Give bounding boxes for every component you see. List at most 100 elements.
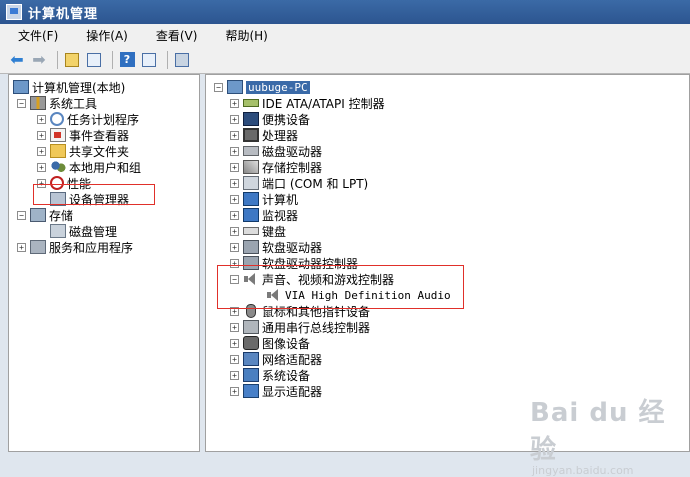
device-category-storage-controllers[interactable]: + 存储控制器 [230, 159, 322, 175]
help-button[interactable]: ? [118, 51, 136, 69]
tree-node-task-scheduler[interactable]: + 任务计划程序 [37, 111, 139, 127]
watermark-url: jingyan.baidu.com [532, 464, 634, 477]
baidu-watermark: Bai du 经验 jingyan.baidu.com [530, 392, 690, 477]
tree-node-storage[interactable]: − 存储 [17, 207, 73, 223]
toolbar: ⬅ ➡ ? [0, 46, 690, 74]
ide-controller-icon [243, 99, 259, 107]
device-category-disk-drives[interactable]: + 磁盘驱动器 [230, 143, 322, 159]
action-pane-icon [142, 52, 156, 67]
tree-node-services-applications[interactable]: + 服务和应用程序 [17, 239, 133, 255]
expand-toggle[interactable]: + [230, 98, 239, 108]
expand-toggle[interactable]: + [230, 210, 239, 220]
tree-node-disk-management[interactable]: 磁盘管理 [50, 223, 117, 239]
computer-management-icon [6, 4, 22, 20]
device-category-imaging[interactable]: + 图像设备 [230, 335, 310, 351]
back-button[interactable]: ⬅ [8, 50, 26, 69]
storage-controller-icon [243, 160, 259, 174]
expand-toggle[interactable]: + [230, 178, 239, 188]
expand-toggle[interactable]: + [230, 322, 239, 332]
scan-hardware-icon [175, 52, 189, 67]
device-category-ports[interactable]: + 端口 (COM 和 LPT) [230, 175, 368, 191]
expand-toggle[interactable]: + [230, 162, 239, 172]
show-tree-button[interactable] [85, 51, 103, 69]
help-icon: ? [119, 52, 135, 67]
keyboard-icon [243, 227, 259, 235]
menu-action[interactable]: 操作(A) [68, 27, 138, 44]
services-icon [30, 240, 46, 254]
camera-icon [243, 336, 259, 350]
menu-help[interactable]: 帮助(H) [207, 27, 277, 44]
storage-icon [30, 208, 46, 222]
tree-node-computer-management[interactable]: 计算机管理(本地) [13, 79, 125, 95]
tree-node-system-tools[interactable]: − 系统工具 [17, 95, 97, 111]
tree-node-shared-folders[interactable]: + 共享文件夹 [37, 143, 129, 159]
expand-toggle[interactable]: + [230, 338, 239, 348]
left-margin [0, 74, 8, 452]
device-category-network-adapters[interactable]: + 网络适配器 [230, 351, 322, 367]
folder-up-icon [65, 52, 79, 67]
tree-node-local-users[interactable]: + 本地用户和组 [37, 159, 141, 175]
computer-management-icon [13, 80, 29, 94]
forward-button[interactable]: ➡ [30, 50, 48, 69]
tree-node-computer-root[interactable]: − uubuge-PC [214, 79, 310, 95]
device-category-system-devices[interactable]: + 系统设备 [230, 367, 310, 383]
title-bar: 计算机管理 [0, 0, 690, 24]
device-category-monitors[interactable]: + 监视器 [230, 207, 298, 223]
floppy-drive-icon [243, 240, 259, 254]
expand-toggle[interactable]: + [230, 226, 239, 236]
menu-file[interactable]: 文件(F) [0, 27, 68, 44]
collapse-toggle[interactable]: − [214, 82, 223, 92]
scan-hardware-button[interactable] [173, 51, 191, 69]
menu-bar: 文件(F) 操作(A) 查看(V) 帮助(H) [0, 24, 690, 47]
menu-view[interactable]: 查看(V) [138, 27, 208, 44]
collapse-toggle[interactable]: − [17, 210, 26, 220]
device-category-floppy-drives[interactable]: + 软盘驱动器 [230, 239, 322, 255]
computer-icon [243, 192, 259, 206]
expand-toggle[interactable]: + [230, 242, 239, 252]
device-category-computer[interactable]: + 计算机 [230, 191, 298, 207]
up-level-button[interactable] [63, 51, 81, 69]
console-tree-pane: 计算机管理(本地) − 系统工具 + 任务计划程序 + 事件查看器 + 共享文件… [8, 74, 200, 452]
expand-toggle[interactable]: + [230, 194, 239, 204]
collapse-toggle[interactable]: − [17, 98, 26, 108]
shared-folder-icon [50, 144, 66, 158]
expand-toggle[interactable]: + [230, 114, 239, 124]
device-category-portable-devices[interactable]: + 便携设备 [230, 111, 310, 127]
highlight-box-device-manager [33, 184, 155, 205]
expand-toggle[interactable]: + [230, 146, 239, 156]
expand-toggle[interactable]: + [37, 146, 46, 156]
window-title: 计算机管理 [28, 6, 99, 22]
expand-toggle[interactable]: + [37, 114, 46, 124]
system-device-icon [243, 368, 259, 382]
expand-toggle[interactable]: + [230, 130, 239, 140]
portable-device-icon [243, 112, 259, 126]
watermark-brand: Bai du 经验 [530, 398, 666, 465]
monitor-icon [243, 208, 259, 222]
expand-toggle[interactable]: + [230, 386, 239, 396]
device-category-usb-controllers[interactable]: + 通用串行总线控制器 [230, 319, 370, 335]
device-category-keyboards[interactable]: + 键盘 [230, 223, 286, 239]
port-icon [243, 176, 259, 190]
arrow-left-icon: ⬅ [10, 50, 24, 69]
device-category-processors[interactable]: + 处理器 [230, 127, 298, 143]
computer-icon [227, 80, 243, 94]
device-category-display-adapters[interactable]: + 显示适配器 [230, 383, 322, 399]
expand-toggle[interactable]: + [230, 354, 239, 364]
tree-node-event-viewer[interactable]: + 事件查看器 [37, 127, 129, 143]
expand-toggle[interactable]: + [37, 130, 46, 140]
action-pane-button[interactable] [140, 51, 158, 69]
processor-icon [243, 128, 259, 142]
expand-toggle[interactable]: + [230, 370, 239, 380]
arrow-right-icon: ➡ [32, 50, 46, 69]
users-icon [50, 160, 66, 174]
expand-toggle[interactable]: + [17, 242, 26, 252]
network-adapter-icon [243, 352, 259, 366]
display-adapter-icon [243, 384, 259, 398]
console-tree-icon [87, 52, 101, 67]
device-category-ide-controllers[interactable]: + IDE ATA/ATAPI 控制器 [230, 95, 385, 111]
usb-icon [243, 320, 259, 334]
disk-management-icon [50, 224, 66, 238]
expand-toggle[interactable]: + [37, 162, 46, 172]
toolbar-separator [57, 50, 58, 69]
tools-icon [30, 96, 46, 110]
